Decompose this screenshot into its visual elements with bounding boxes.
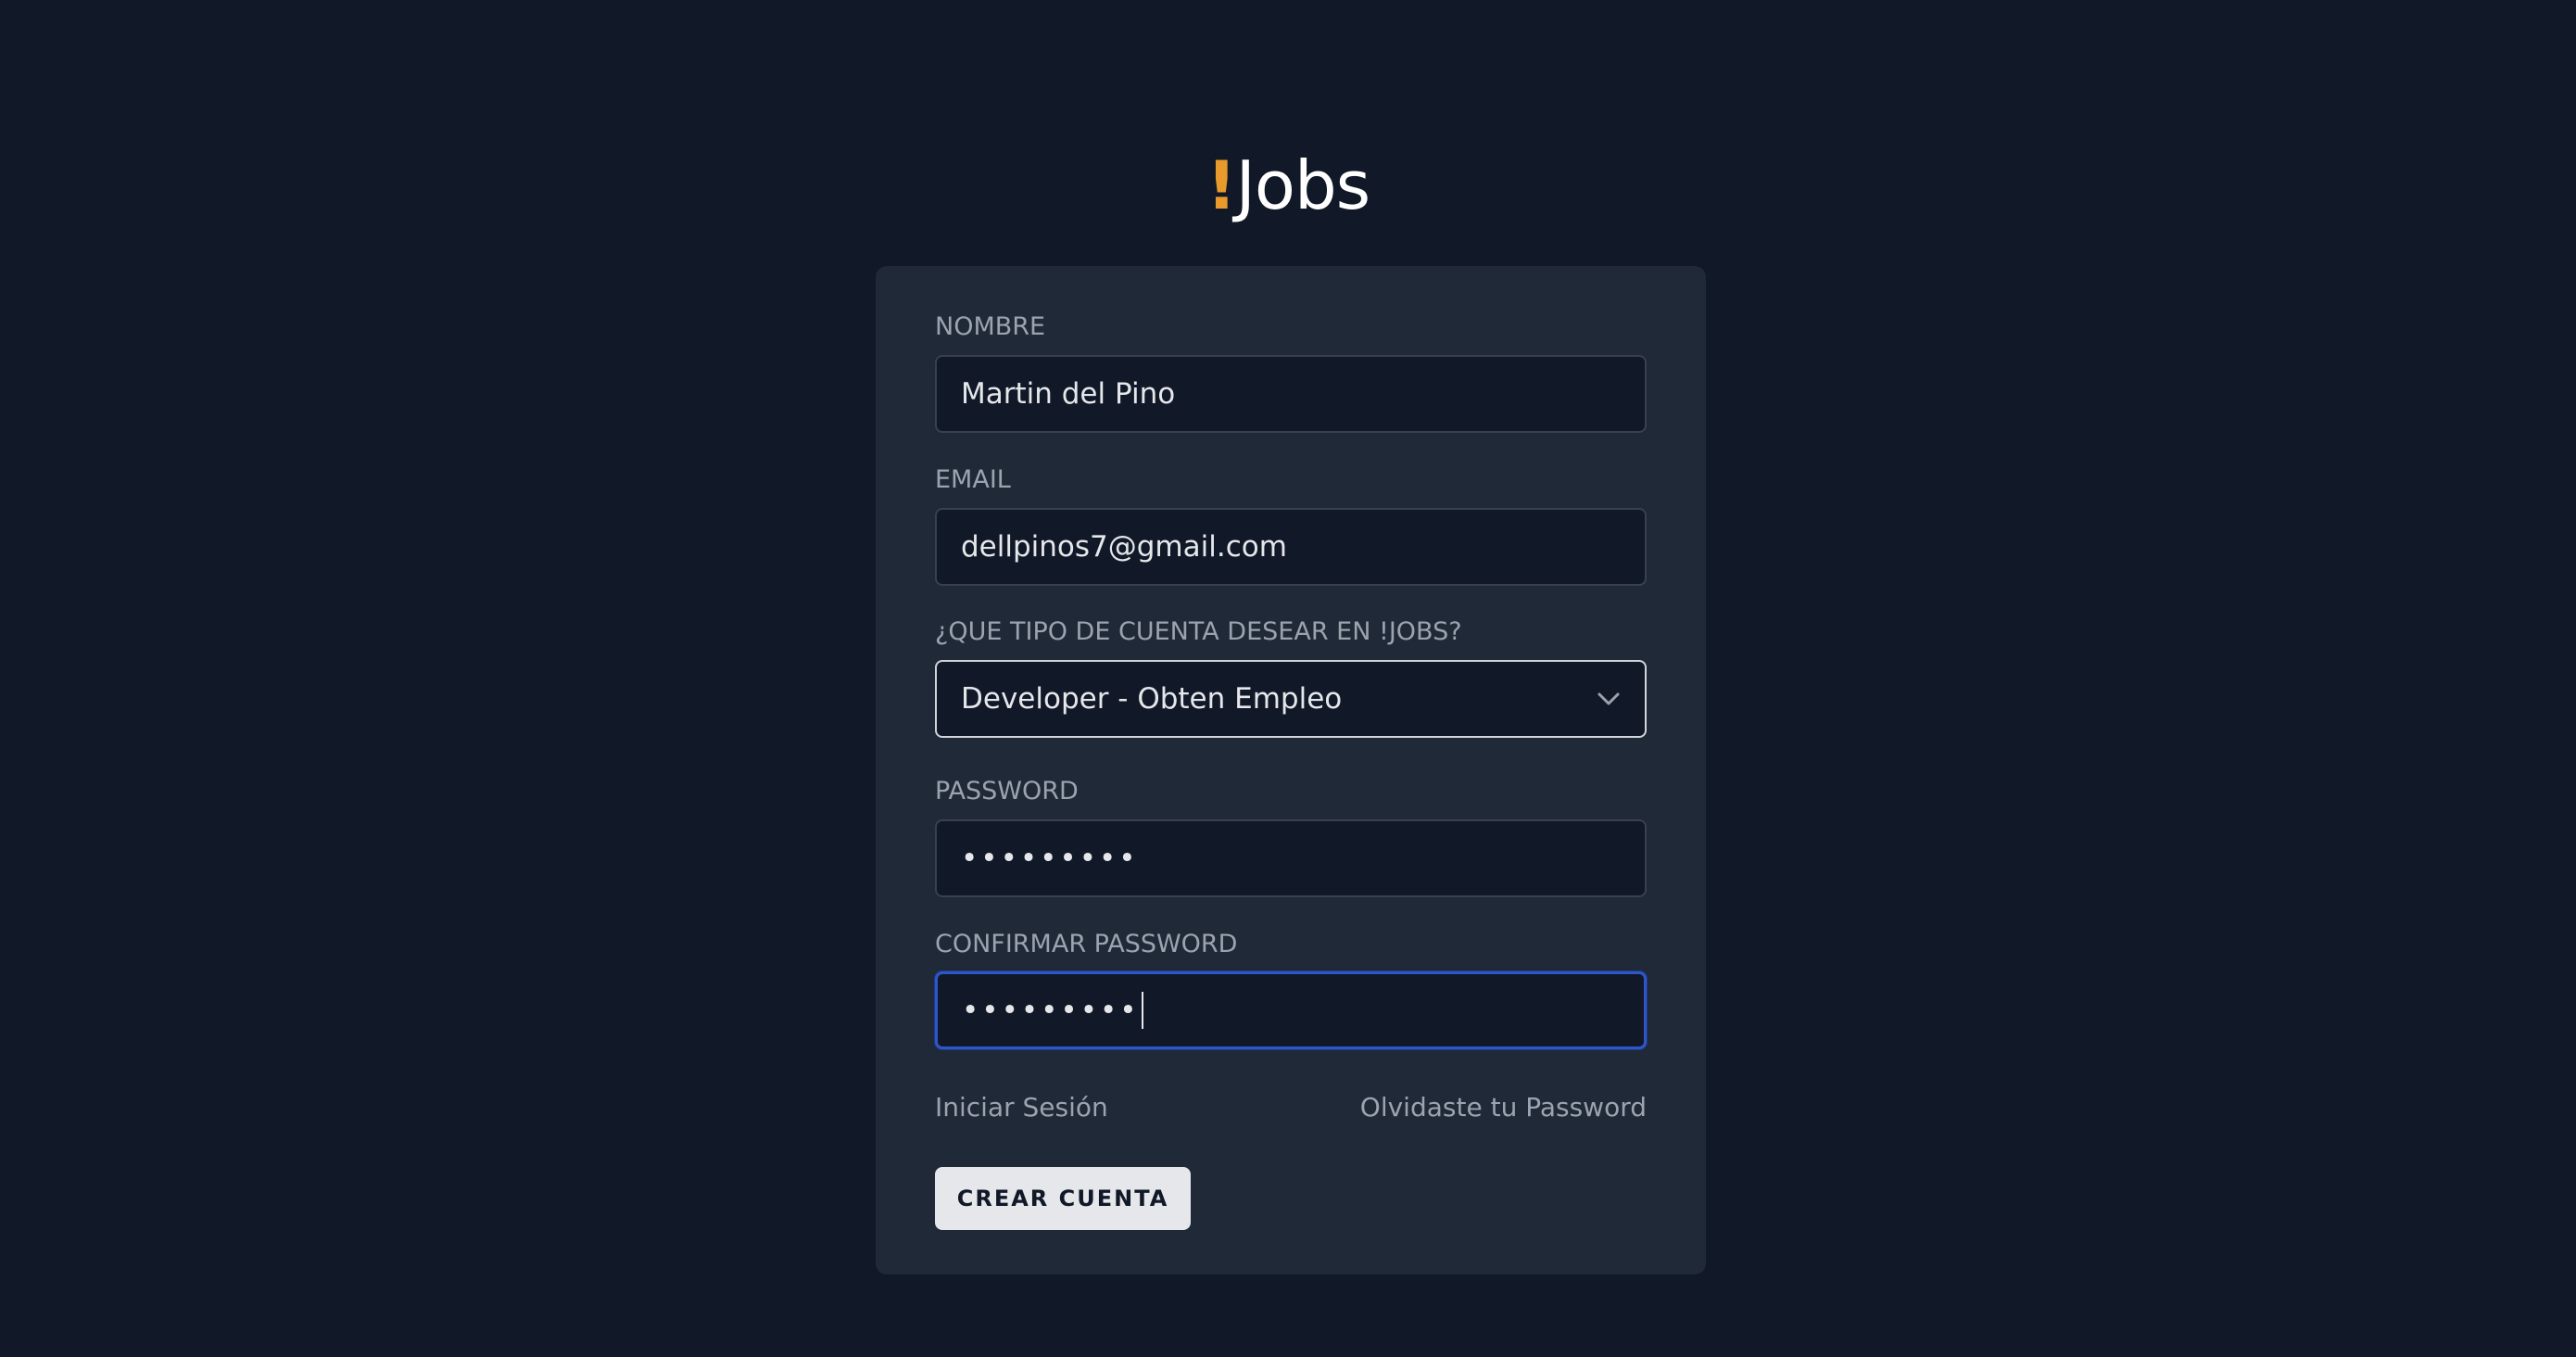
tipo-cuenta-select[interactable]: Developer - Obten Empleo — [935, 660, 1647, 738]
tipo-cuenta-selected: Developer - Obten Empleo — [961, 682, 1343, 716]
nombre-label: NOMBRE — [935, 312, 1046, 341]
create-account-button[interactable]: CREAR CUENTA — [935, 1167, 1191, 1230]
nombre-value: Martin del Pino — [961, 377, 1176, 411]
tipo-cuenta-label: ¿QUE TIPO DE CUENTA DESEAR EN !JOBS? — [935, 617, 1462, 646]
confirmar-password-label: CONFIRMAR PASSWORD — [935, 930, 1238, 958]
email-value: dellpinos7@gmail.com — [961, 530, 1287, 564]
app-logo: !Jobs — [0, 133, 2576, 237]
nombre-input[interactable]: Martin del Pino — [935, 355, 1647, 433]
text-cursor — [1141, 992, 1143, 1029]
password-masked-value: ••••••••• — [961, 841, 1139, 875]
confirmar-password-input[interactable]: ••••••••• — [935, 971, 1647, 1049]
confirmar-password-masked-value: ••••••••• — [962, 993, 1140, 1027]
login-link[interactable]: Iniciar Sesión — [935, 1091, 1108, 1124]
password-label: PASSWORD — [935, 777, 1079, 805]
forgot-password-link[interactable]: Olvidaste tu Password — [1360, 1091, 1647, 1124]
register-form-card: NOMBRE Martin del Pino EMAIL dellpinos7@… — [876, 266, 1706, 1275]
chevron-down-icon — [1597, 691, 1621, 706]
password-input[interactable]: ••••••••• — [935, 819, 1647, 897]
email-label: EMAIL — [935, 465, 1011, 494]
logo-name: Jobs — [1235, 146, 1370, 224]
logo-mark: ! — [1206, 146, 1237, 224]
email-input[interactable]: dellpinos7@gmail.com — [935, 508, 1647, 586]
